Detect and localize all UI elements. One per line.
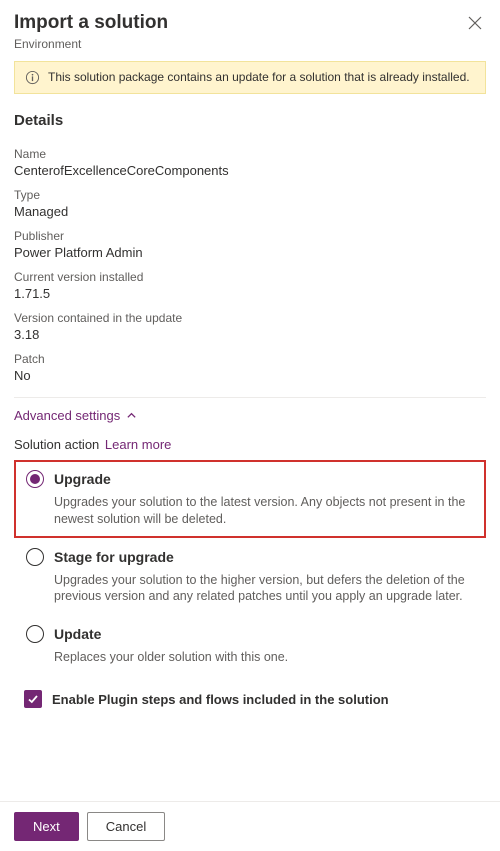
radio-description: Upgrades your solution to the latest ver… — [54, 494, 474, 528]
learn-more-link[interactable]: Learn more — [105, 437, 171, 452]
radio-option-stage[interactable]: Stage for upgrade Upgrades your solution … — [14, 538, 486, 616]
advanced-settings-label: Advanced settings — [14, 408, 120, 423]
next-button[interactable]: Next — [14, 812, 79, 841]
current-version-value: 1.71.5 — [14, 286, 486, 301]
enable-plugin-checkbox[interactable]: Enable Plugin steps and flows included i… — [14, 690, 486, 708]
update-version-label: Version contained in the update — [14, 311, 486, 325]
divider — [14, 397, 486, 398]
footer: Next Cancel — [0, 801, 500, 851]
patch-label: Patch — [14, 352, 486, 366]
close-icon — [468, 16, 482, 30]
radio-option-upgrade[interactable]: Upgrade Upgrades your solution to the lat… — [14, 460, 486, 538]
checkmark-icon — [27, 693, 39, 705]
update-version-value: 3.18 — [14, 327, 486, 342]
checkbox-label: Enable Plugin steps and flows included i… — [52, 692, 389, 707]
page-title: Import a solution — [14, 12, 168, 35]
solution-action-label: Solution action — [14, 437, 99, 452]
radio-title: Stage for upgrade — [54, 549, 174, 565]
info-icon — [25, 70, 40, 85]
radio-title: Upgrade — [54, 471, 111, 487]
radio-indicator — [26, 548, 44, 566]
patch-value: No — [14, 368, 486, 383]
info-banner: This solution package contains an update… — [14, 61, 486, 94]
type-value: Managed — [14, 204, 486, 219]
name-label: Name — [14, 147, 486, 161]
close-button[interactable] — [464, 12, 486, 34]
chevron-up-icon — [126, 410, 137, 421]
solution-action-group: Upgrade Upgrades your solution to the lat… — [14, 460, 486, 676]
publisher-value: Power Platform Admin — [14, 245, 486, 260]
checkbox-box — [24, 690, 42, 708]
radio-description: Replaces your older solution with this o… — [54, 649, 474, 666]
radio-description: Upgrades your solution to the higher ver… — [54, 572, 474, 606]
type-label: Type — [14, 188, 486, 202]
name-value: CenterofExcellenceCoreComponents — [14, 163, 486, 178]
info-banner-message: This solution package contains an update… — [48, 70, 470, 84]
radio-indicator — [26, 470, 44, 488]
current-version-label: Current version installed — [14, 270, 486, 284]
radio-title: Update — [54, 626, 101, 642]
page-subtitle: Environment — [14, 37, 168, 51]
advanced-settings-toggle[interactable]: Advanced settings — [14, 408, 486, 423]
radio-option-update[interactable]: Update Replaces your older solution with … — [14, 615, 486, 676]
cancel-button[interactable]: Cancel — [87, 812, 165, 841]
radio-indicator — [26, 625, 44, 643]
publisher-label: Publisher — [14, 229, 486, 243]
details-heading: Details — [14, 112, 486, 129]
